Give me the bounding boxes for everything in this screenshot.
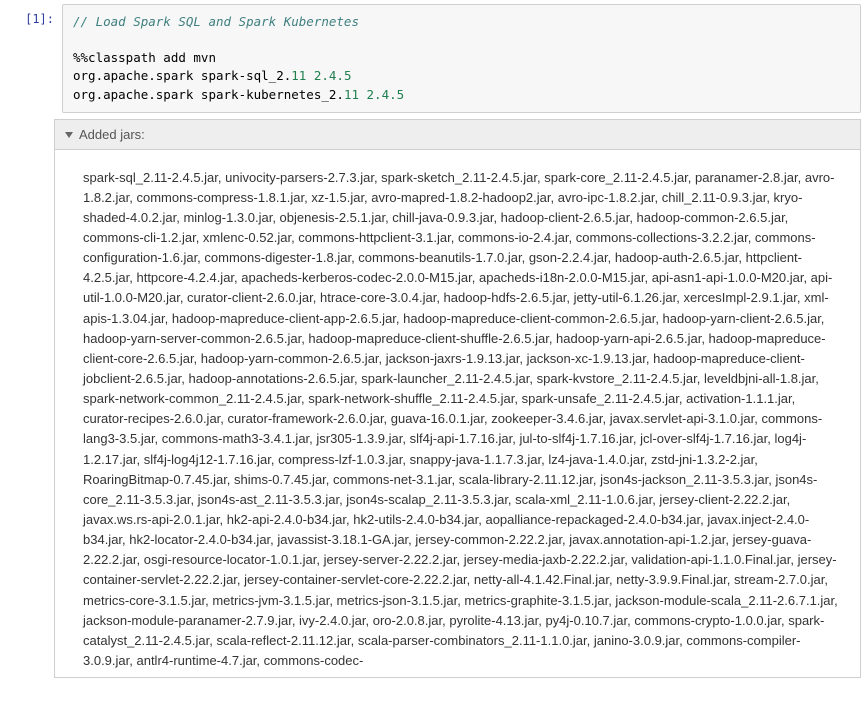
output-cell: Added jars: spark-sql_2.11-2.4.5.jar, un… bbox=[0, 117, 867, 683]
input-cell: [1]: // Load Spark SQL and Spark Kuberne… bbox=[0, 0, 867, 117]
added-jars-widget: Added jars: spark-sql_2.11-2.4.5.jar, un… bbox=[54, 119, 861, 679]
code-line1-n1: 11 bbox=[291, 68, 306, 83]
added-jars-content: spark-sql_2.11-2.4.5.jar, univocity-pars… bbox=[55, 150, 860, 678]
code-magic: %%classpath add mvn bbox=[73, 50, 216, 65]
code-line2-n2: 2.4.5 bbox=[367, 87, 405, 102]
code-input[interactable]: // Load Spark SQL and Spark Kubernetes %… bbox=[62, 4, 861, 113]
caret-down-icon bbox=[65, 132, 73, 138]
code-line1-n2: 2.4.5 bbox=[314, 68, 352, 83]
code-line1-pkg: org.apache.spark spark-sql_2. bbox=[73, 68, 291, 83]
code-line2-n1: 11 bbox=[344, 87, 359, 102]
output-prompt-spacer bbox=[2, 119, 54, 679]
summary-label: Added jars: bbox=[79, 127, 145, 142]
code-line2-pkg: org.apache.spark spark-kubernetes_2. bbox=[73, 87, 344, 102]
input-prompt: [1]: bbox=[2, 4, 62, 113]
code-comment: // Load Spark SQL and Spark Kubernetes bbox=[73, 14, 359, 29]
added-jars-summary[interactable]: Added jars: bbox=[55, 120, 860, 150]
